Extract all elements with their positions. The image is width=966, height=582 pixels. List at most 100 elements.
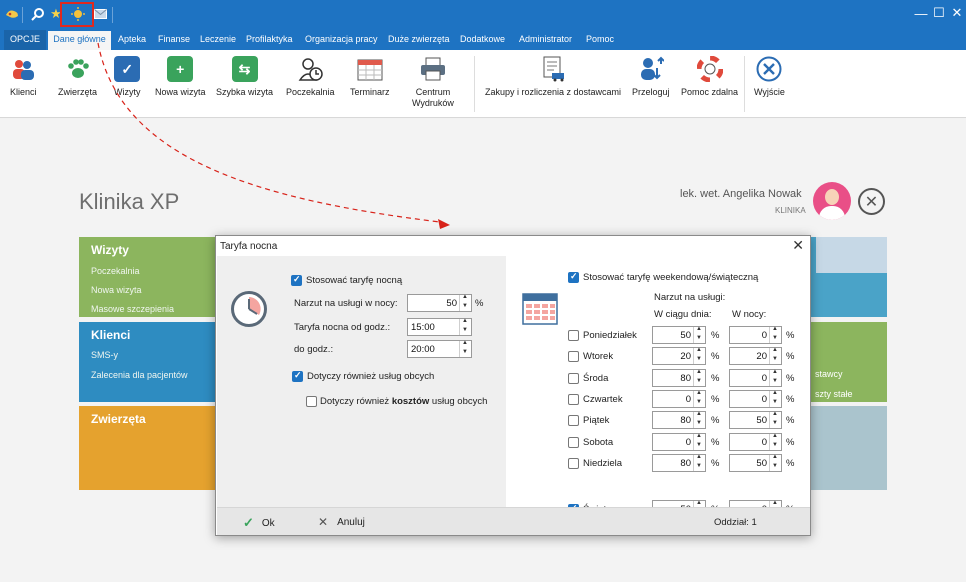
- tile-wizyty[interactable]: Wizyty Poczekalnia Nowa wizyta Masowe sz…: [79, 237, 219, 317]
- zakupy-button[interactable]: Zakupy i rozliczenia z dostawcami: [485, 56, 621, 98]
- day-checkbox[interactable]: [568, 458, 579, 469]
- spinner-arrows[interactable]: [693, 433, 705, 450]
- quick-visit-icon: ⇆: [231, 56, 258, 82]
- ribbon-separator: [474, 56, 475, 112]
- apply-night-checkbox[interactable]: [291, 274, 302, 286]
- spinner-arrows[interactable]: [693, 347, 705, 364]
- menu-apteka[interactable]: Apteka: [118, 34, 146, 44]
- night-surcharge-spinner[interactable]: 0: [729, 326, 782, 344]
- night-surcharge-value: 0: [761, 373, 767, 384]
- spinner-arrows[interactable]: [693, 454, 705, 471]
- spinner-arrows[interactable]: [769, 433, 781, 450]
- search-icon[interactable]: [30, 6, 46, 22]
- night-surcharge-spinner[interactable]: 0: [729, 390, 782, 408]
- minimize-button[interactable]: —: [912, 4, 930, 22]
- night-surcharge-spinner[interactable]: 0: [729, 433, 782, 451]
- day-checkbox[interactable]: [568, 415, 579, 426]
- day-checkbox[interactable]: [568, 437, 579, 448]
- spinner-arrows[interactable]: [769, 326, 781, 343]
- link-nowa-wizyta[interactable]: Nowa wizyta: [91, 285, 142, 295]
- menu-profilaktyka[interactable]: Profilaktyka: [246, 34, 293, 44]
- link-zalecenia[interactable]: Zalecenia dla pacjentów: [91, 370, 188, 380]
- tile-zwierzeta[interactable]: Zwierzęta: [79, 406, 219, 490]
- maximize-button[interactable]: ☐: [930, 4, 948, 22]
- szybka-wizyta-button[interactable]: ⇆ Szybka wizyta: [216, 56, 273, 98]
- spinner-arrows[interactable]: [459, 340, 471, 357]
- night-to-time[interactable]: 20:00: [407, 340, 472, 358]
- day-surcharge-spinner[interactable]: 80: [652, 369, 706, 387]
- menu-dane-glowne[interactable]: Dane główne: [48, 31, 111, 50]
- night-surcharge-spinner[interactable]: 20: [729, 347, 782, 365]
- ok-button[interactable]: ✓ Ok: [243, 515, 275, 531]
- menu-finanse[interactable]: Finanse: [158, 34, 190, 44]
- tile-klienci[interactable]: Klienci SMS-y Zalecenia dla pacjentów: [79, 322, 219, 402]
- poczekalnia-button[interactable]: Poczekalnia: [286, 56, 335, 98]
- spinner-arrows[interactable]: [693, 326, 705, 343]
- tile-zwierzeta-title: Zwierzęta: [91, 412, 146, 426]
- night-surcharge-spinner[interactable]: 50: [729, 411, 782, 429]
- spinner-arrows[interactable]: [769, 454, 781, 471]
- spinner-arrows[interactable]: [693, 390, 705, 407]
- pomoc-zdalna-button[interactable]: Pomoc zdalna: [681, 56, 738, 98]
- day-surcharge-spinner[interactable]: 50: [652, 326, 706, 344]
- day-surcharge-spinner[interactable]: 20: [652, 347, 706, 365]
- klienci-button[interactable]: Klienci: [10, 56, 37, 98]
- link-poczekalnia[interactable]: Poczekalnia: [91, 266, 140, 276]
- night-tariff-icon[interactable]: [70, 6, 86, 22]
- spinner-arrows[interactable]: [459, 294, 471, 311]
- user-role: KLINIKA: [775, 206, 806, 215]
- przeloguj-button[interactable]: Przeloguj: [632, 56, 670, 98]
- day-checkbox[interactable]: [568, 330, 579, 341]
- day-surcharge-spinner[interactable]: 0: [652, 390, 706, 408]
- spinner-arrows[interactable]: [693, 411, 705, 428]
- day-surcharge-spinner[interactable]: 80: [652, 411, 706, 429]
- mail-icon[interactable]: [92, 6, 108, 22]
- nowa-wizyta-button[interactable]: + Nowa wizyta: [155, 56, 206, 98]
- tile-partial-link-1[interactable]: stawcy: [815, 369, 843, 379]
- night-from-time[interactable]: 15:00: [407, 318, 472, 336]
- wyjscie-button[interactable]: Wyjście: [754, 56, 785, 98]
- dialog-close-button[interactable]: ✕: [792, 237, 804, 254]
- zwierzeta-label: Zwierzęta: [58, 87, 98, 97]
- external-costs-checkbox[interactable]: [306, 396, 317, 407]
- terminarz-button[interactable]: Terminarz: [350, 56, 390, 98]
- menu-pomoc[interactable]: Pomoc: [586, 34, 614, 44]
- wizyty-button[interactable]: ✓ Wizyty: [114, 56, 141, 98]
- spinner-arrows[interactable]: [459, 318, 471, 335]
- day-surcharge-spinner[interactable]: 0: [652, 433, 706, 451]
- spinner-arrows[interactable]: [693, 369, 705, 386]
- day-surcharge-value: 80: [680, 415, 691, 426]
- centrum-wydrukow-button[interactable]: Centrum Wydruków: [412, 56, 454, 109]
- close-session-icon[interactable]: ✕: [858, 188, 885, 215]
- link-sms[interactable]: SMS-y: [91, 350, 118, 360]
- external-services-checkbox[interactable]: [292, 370, 303, 382]
- menu-dodatkowe[interactable]: Dodatkowe: [460, 34, 505, 44]
- tile-klienci-title: Klienci: [91, 328, 131, 342]
- zwierzeta-button[interactable]: Zwierzęta: [58, 56, 97, 98]
- day-surcharge-spinner[interactable]: 80: [652, 454, 706, 472]
- apply-weekend-checkbox[interactable]: [568, 271, 579, 283]
- spinner-arrows[interactable]: [769, 369, 781, 386]
- day-checkbox[interactable]: [568, 373, 579, 384]
- spinner-arrows[interactable]: [769, 411, 781, 428]
- menu-duze-zwierzeta[interactable]: Duże zwierzęta: [388, 34, 450, 44]
- day-checkbox[interactable]: [568, 351, 579, 362]
- night-surcharge-spinner[interactable]: 0: [729, 369, 782, 387]
- tile-partial-link-2[interactable]: szty stałe: [815, 389, 853, 399]
- close-window-button[interactable]: ✕: [948, 4, 966, 22]
- day-checkbox[interactable]: [568, 394, 579, 405]
- menu-opcje[interactable]: OPCJE: [4, 30, 46, 50]
- spinner-arrows[interactable]: [769, 390, 781, 407]
- menu-organizacja-pracy[interactable]: Organizacja pracy: [305, 34, 378, 44]
- cancel-button[interactable]: ✕ Anuluj: [318, 515, 365, 529]
- avatar[interactable]: [813, 182, 851, 220]
- pomoc-zdalna-label: Pomoc zdalna: [681, 87, 739, 97]
- tile-dostawcy[interactable]: stawcy szty stałe: [806, 322, 887, 402]
- menu-leczenie[interactable]: Leczenie: [200, 34, 236, 44]
- ribbon-separator: [744, 56, 745, 112]
- spinner-arrows[interactable]: [769, 347, 781, 364]
- night-surcharge-spinner[interactable]: 50: [407, 294, 472, 312]
- link-masowe-szczepienia[interactable]: Masowe szczepienia: [91, 304, 174, 314]
- night-surcharge-spinner[interactable]: 50: [729, 454, 782, 472]
- menu-administrator[interactable]: Administrator: [519, 34, 572, 44]
